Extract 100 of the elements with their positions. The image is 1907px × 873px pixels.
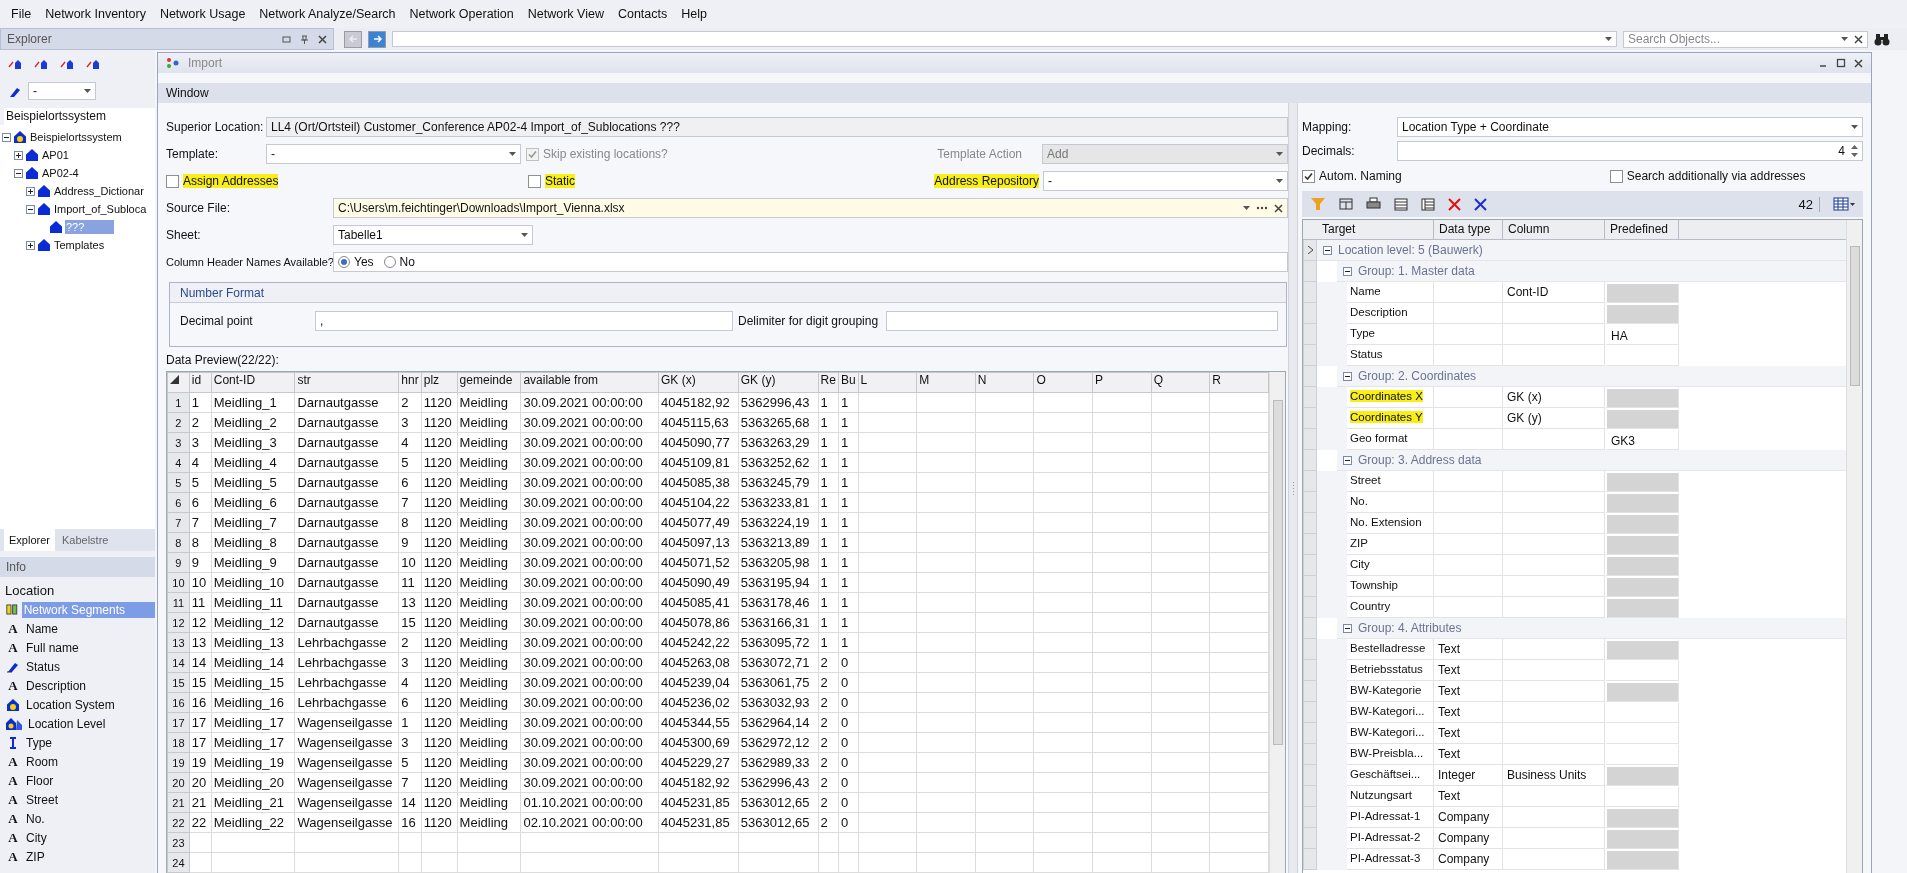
predefined-cell[interactable] bbox=[1605, 408, 1679, 429]
predefined-cell[interactable] bbox=[1605, 555, 1679, 576]
predefined-cell[interactable] bbox=[1605, 828, 1679, 849]
column-header[interactable]: Data type bbox=[1434, 220, 1503, 239]
column-header[interactable]: Cont-ID bbox=[211, 372, 295, 393]
splitter-grip-icon[interactable] bbox=[1291, 481, 1295, 496]
predefined-cell[interactable] bbox=[1605, 576, 1679, 597]
column-header[interactable]: Column bbox=[1503, 220, 1605, 239]
column-header[interactable]: Bu bbox=[838, 372, 859, 393]
delimiter-field[interactable] bbox=[886, 311, 1278, 331]
decimal-point-field[interactable]: , bbox=[315, 311, 733, 331]
info-item[interactable]: Location Level bbox=[26, 715, 108, 732]
more-icon[interactable] bbox=[1256, 206, 1268, 210]
level-dropdown[interactable]: - bbox=[28, 82, 96, 100]
tree-item[interactable]: Beispielortssystem bbox=[29, 130, 123, 144]
menu-item[interactable]: Network Operation bbox=[402, 4, 521, 24]
column-cell[interactable] bbox=[1503, 744, 1605, 765]
predefined-cell[interactable] bbox=[1605, 303, 1679, 324]
group-row[interactable]: Group: 2. Coordinates bbox=[1337, 366, 1846, 387]
column-header[interactable]: id bbox=[189, 372, 212, 393]
column-cell[interactable] bbox=[1503, 660, 1605, 681]
predefined-cell[interactable] bbox=[1605, 765, 1679, 786]
collapse-toggle[interactable] bbox=[1343, 371, 1352, 381]
tree-item[interactable]: Templates bbox=[53, 238, 106, 252]
row-header[interactable]: 22 bbox=[167, 812, 190, 833]
row-header[interactable]: 6 bbox=[167, 492, 190, 513]
info-item[interactable]: Floor bbox=[24, 772, 56, 789]
column-header[interactable]: Re bbox=[818, 372, 839, 393]
menu-item[interactable]: Network View bbox=[520, 4, 611, 24]
predefined-cell[interactable] bbox=[1605, 282, 1679, 303]
predefined-cell[interactable] bbox=[1605, 387, 1679, 408]
dropdown-caret-icon[interactable] bbox=[1841, 37, 1848, 41]
row-header[interactable]: 1 bbox=[167, 392, 190, 413]
column-header[interactable]: Target bbox=[1317, 220, 1434, 239]
collapse-toggle[interactable] bbox=[1343, 266, 1352, 276]
scrollbar-thumb[interactable] bbox=[1849, 246, 1860, 386]
decimals-spinner[interactable]: 4 bbox=[1397, 141, 1863, 161]
collapse-toggle[interactable] bbox=[1343, 455, 1352, 465]
vertical-scrollbar[interactable] bbox=[1269, 372, 1285, 873]
column-header[interactable]: Predefined bbox=[1605, 220, 1679, 239]
column-header[interactable]: available from bbox=[520, 372, 659, 393]
row-header[interactable]: 20 bbox=[167, 772, 190, 793]
panel-tab[interactable]: Kabelstre bbox=[56, 529, 114, 551]
column-cell[interactable] bbox=[1503, 324, 1605, 345]
info-item[interactable]: ZIP bbox=[24, 848, 47, 865]
collapse-toggle[interactable] bbox=[14, 168, 23, 178]
tree-item[interactable]: AP01 bbox=[41, 148, 70, 162]
collapse-toggle[interactable] bbox=[2, 132, 11, 142]
row-header[interactable]: 23 bbox=[167, 832, 190, 853]
expand-toggle[interactable] bbox=[26, 240, 35, 250]
row-header[interactable]: 8 bbox=[167, 532, 190, 553]
level-row[interactable]: Location level: 5 (Bauwerk) bbox=[1317, 240, 1846, 261]
column-header[interactable]: hnr bbox=[398, 372, 422, 393]
row-header[interactable]: 4 bbox=[167, 452, 190, 473]
info-item[interactable]: Description bbox=[24, 677, 89, 694]
row-header[interactable]: 12 bbox=[167, 612, 190, 633]
menu-item[interactable]: Window bbox=[166, 86, 209, 100]
house-arrow-icon[interactable] bbox=[34, 59, 47, 71]
row-header[interactable]: 16 bbox=[167, 692, 190, 713]
clear-icon[interactable] bbox=[1474, 197, 1487, 211]
row-header[interactable]: 3 bbox=[167, 432, 190, 453]
info-item[interactable]: Street bbox=[24, 791, 60, 808]
radio-button[interactable] bbox=[338, 256, 350, 268]
mapping-dropdown[interactable]: Location Type + Coordinate bbox=[1397, 117, 1863, 137]
menu-item[interactable]: Network Usage bbox=[152, 4, 253, 24]
info-item[interactable]: Type bbox=[24, 734, 54, 751]
predefined-cell[interactable]: HA bbox=[1605, 324, 1679, 345]
group-row[interactable]: Group: 4. Attributes bbox=[1337, 618, 1846, 639]
info-item[interactable]: Location System bbox=[24, 696, 117, 713]
row-header[interactable] bbox=[1303, 240, 1317, 261]
panel-tab[interactable]: Explorer bbox=[4, 529, 55, 551]
address-repository-dropdown[interactable]: - bbox=[1043, 171, 1288, 191]
info-item[interactable]: City bbox=[24, 829, 49, 846]
collapse-toggle[interactable] bbox=[26, 204, 35, 214]
row-header[interactable]: 24 bbox=[167, 852, 190, 873]
row-header[interactable]: 10 bbox=[167, 572, 190, 593]
menu-item[interactable]: Help bbox=[674, 4, 714, 24]
row-header[interactable]: 14 bbox=[167, 652, 190, 673]
row-header[interactable]: 18 bbox=[167, 732, 190, 753]
predefined-cell[interactable] bbox=[1605, 849, 1679, 870]
row-header[interactable]: 11 bbox=[167, 592, 190, 613]
info-item[interactable]: Status bbox=[24, 658, 63, 675]
menu-item[interactable]: Contacts bbox=[610, 4, 675, 24]
column-header[interactable]: plz bbox=[421, 372, 458, 393]
column-width-icon[interactable] bbox=[1339, 198, 1353, 210]
column-header[interactable]: GK (x) bbox=[658, 372, 739, 393]
row-header[interactable]: 7 bbox=[167, 512, 190, 533]
column-header[interactable]: R bbox=[1209, 372, 1269, 393]
address-field[interactable] bbox=[392, 31, 1617, 47]
predefined-cell[interactable] bbox=[1605, 681, 1679, 702]
predefined-cell[interactable] bbox=[1605, 471, 1679, 492]
house-arrow-icon[interactable] bbox=[8, 59, 21, 71]
group-row[interactable]: Group: 3. Address data bbox=[1337, 450, 1846, 471]
menu-item[interactable]: File bbox=[4, 4, 39, 24]
list-icon[interactable] bbox=[1394, 197, 1408, 211]
list-icon[interactable] bbox=[1421, 197, 1435, 211]
tree-item[interactable]: Address_Dictionar bbox=[53, 184, 145, 198]
house-arrow-icon[interactable] bbox=[86, 59, 99, 71]
maximize-icon[interactable] bbox=[1836, 58, 1846, 68]
column-header[interactable]: N bbox=[975, 372, 1034, 393]
